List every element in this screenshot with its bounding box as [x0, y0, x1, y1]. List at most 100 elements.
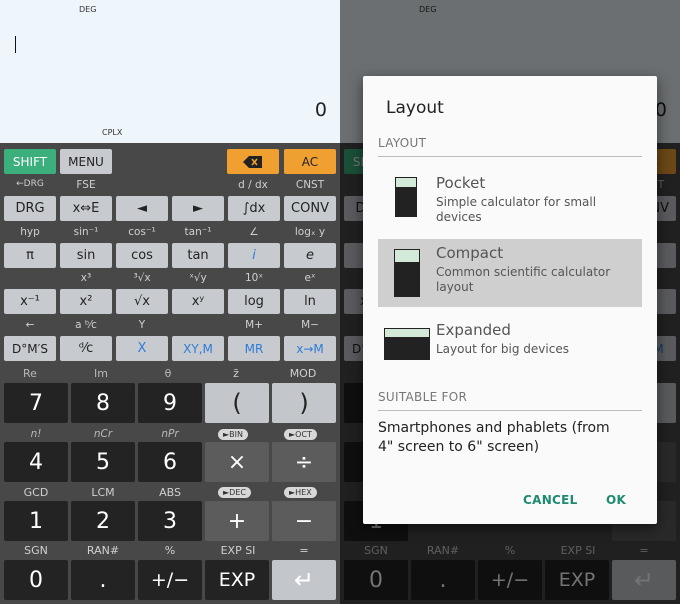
shift-button[interactable]: SHIFT	[4, 149, 56, 174]
acos-label: cos⁻¹	[128, 226, 156, 238]
cbrt-label: ³√x	[133, 272, 151, 284]
digit-7-button[interactable]: 7	[4, 383, 68, 423]
option-description: Common scientific calculator layout	[436, 265, 611, 294]
calculator-panel-with-dialog: DEG 0 SHIFT AC CNST DRG CONV π e x⁻¹ ln …	[340, 0, 680, 604]
cursor-left-button[interactable]: ◄	[116, 196, 168, 221]
suitable-description: Smartphones and phablets (from 4" screen…	[378, 420, 610, 455]
x-swap-e-button[interactable]: x⇔E	[60, 196, 112, 221]
angle-mode-indicator: DEG	[79, 5, 97, 14]
cos-button[interactable]: cos	[116, 243, 168, 268]
log-button[interactable]: log	[228, 289, 280, 314]
sqrt-button[interactable]: √x	[116, 289, 168, 314]
digit-9-button[interactable]: 9	[138, 383, 202, 423]
digit-8-button[interactable]: 8	[71, 383, 135, 423]
plus-button[interactable]: +	[205, 501, 269, 541]
layout-section-header: LAYOUT	[378, 136, 427, 150]
exp-si-label: EXP SI	[220, 544, 256, 557]
drg-back-label: ←DRG	[16, 179, 44, 189]
minus-button[interactable]: −	[272, 501, 336, 541]
sgn-label: SGN	[24, 544, 48, 557]
mod-label: MOD	[289, 367, 317, 380]
suitable-section-header: SUITABLE FOR	[378, 390, 468, 404]
close-paren-button[interactable]: )	[272, 383, 336, 423]
pi-button[interactable]: π	[4, 243, 56, 268]
integral-button[interactable]: ∫dx	[228, 196, 280, 221]
ac-button[interactable]: AC	[284, 149, 336, 174]
menu-button[interactable]: MENU	[60, 149, 112, 174]
cursor-right-button[interactable]: ►	[172, 196, 224, 221]
exp-button[interactable]: EXP	[205, 560, 269, 600]
section-divider	[378, 410, 642, 411]
text-cursor	[15, 36, 16, 53]
decimal-point-button[interactable]: .	[71, 560, 135, 600]
dms-button[interactable]: D°M′S	[4, 336, 56, 361]
hex-label: ►HEX	[284, 487, 317, 498]
digit-4-button[interactable]: 4	[4, 442, 68, 482]
ten-power-label: 10ˣ	[244, 272, 264, 284]
backspace-button[interactable]	[227, 149, 279, 174]
square-button[interactable]: x²	[60, 289, 112, 314]
drg-button[interactable]: DRG	[4, 196, 56, 221]
option-description: Layout for big devices	[436, 342, 569, 356]
im-label: Im	[94, 367, 108, 380]
xym-button[interactable]: XY,M	[172, 336, 224, 361]
layout-option-compact[interactable]: Compact Common scientific calculator lay…	[378, 239, 642, 307]
enter-button[interactable]: ↵	[272, 560, 336, 600]
calculator-display[interactable]: DEG 0 CPLX	[0, 0, 340, 143]
ran-label: RAN#	[86, 544, 120, 557]
cancel-button[interactable]: CANCEL	[523, 493, 578, 507]
option-name: Expanded	[436, 321, 511, 339]
x-to-m-button[interactable]: x→M	[284, 336, 336, 361]
section-divider	[378, 156, 642, 157]
negate-button[interactable]: +/−	[138, 560, 202, 600]
hyp-label: hyp	[20, 226, 40, 238]
asin-label: sin⁻¹	[73, 226, 99, 238]
complex-indicator: CPLX	[102, 128, 123, 137]
conjugate-label: z̄	[233, 367, 239, 380]
digit-3-button[interactable]: 3	[138, 501, 202, 541]
divide-button[interactable]: ÷	[272, 442, 336, 482]
layout-option-pocket[interactable]: Pocket Simple calculator for small devic…	[378, 169, 642, 237]
theta-label: θ	[164, 367, 172, 380]
power-button[interactable]: xʸ	[172, 289, 224, 314]
e-button[interactable]: e	[284, 243, 336, 268]
sin-button[interactable]: sin	[60, 243, 112, 268]
calculator-panel: DEG 0 CPLX SHIFT MENU AC ←DRG FSE d / dx…	[0, 0, 340, 604]
gcd-label: GCD	[23, 486, 49, 499]
dialog-title: Layout	[386, 98, 444, 118]
digit-5-button[interactable]: 5	[71, 442, 135, 482]
pocket-thumbnail-icon	[395, 177, 417, 217]
imaginary-button[interactable]: i	[228, 243, 280, 268]
tan-button[interactable]: tan	[172, 243, 224, 268]
digit-6-button[interactable]: 6	[138, 442, 202, 482]
cnst-label: CNST	[295, 179, 325, 191]
option-name: Pocket	[436, 174, 486, 192]
factorial-label: n!	[30, 428, 42, 440]
m-minus-label: M−	[301, 319, 319, 331]
layout-option-expanded[interactable]: Expanded Layout for big devices	[378, 316, 642, 384]
expanded-thumbnail-icon	[384, 328, 430, 360]
ok-button[interactable]: OK	[606, 493, 626, 507]
equals-label: =	[299, 544, 309, 557]
digit-2-button[interactable]: 2	[71, 501, 135, 541]
multiply-button[interactable]: ×	[205, 442, 269, 482]
option-name: Compact	[436, 244, 504, 262]
dc-button[interactable]: ᵈ⁄c	[60, 336, 112, 361]
ncr-label: nCr	[93, 428, 113, 440]
digit-0-button[interactable]: 0	[4, 560, 68, 600]
cube-label: x³	[80, 272, 92, 284]
inverse-button[interactable]: x⁻¹	[4, 289, 56, 314]
abs-label: ABS	[159, 486, 181, 499]
x-var-button[interactable]: X	[116, 336, 168, 361]
atan-label: tan⁻¹	[184, 226, 212, 238]
conv-button[interactable]: CONV	[284, 196, 336, 221]
open-paren-button[interactable]: (	[205, 383, 269, 423]
logxy-label: logₓ y	[294, 226, 326, 238]
digit-1-button[interactable]: 1	[4, 501, 68, 541]
mr-button[interactable]: MR	[228, 336, 280, 361]
m-plus-label: M+	[245, 319, 263, 331]
e-power-label: eˣ	[304, 272, 316, 284]
y-label: Y	[138, 319, 146, 331]
ln-button[interactable]: ln	[284, 289, 336, 314]
npr-label: nPr	[161, 428, 179, 440]
